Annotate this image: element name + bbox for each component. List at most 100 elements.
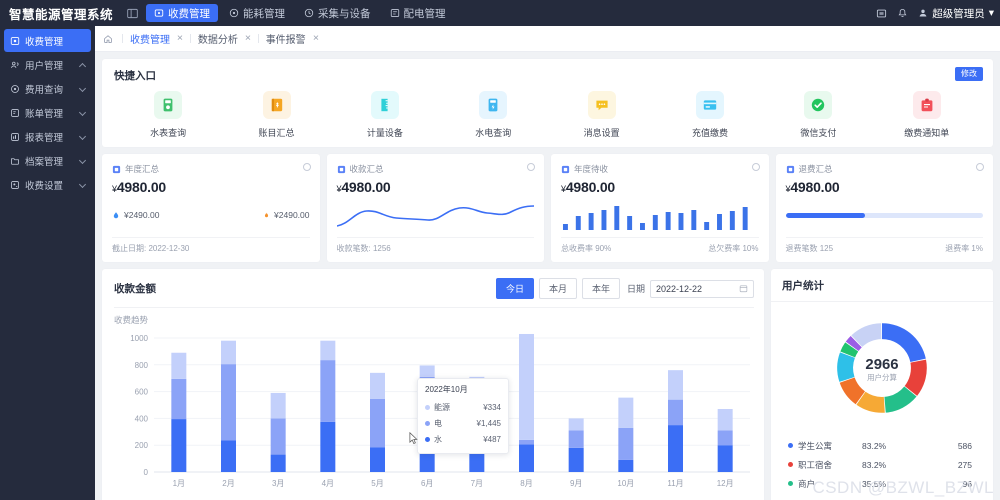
sidebar-item-archive[interactable]: 档案管理 bbox=[4, 149, 91, 172]
tab-label-1: 数据分析 bbox=[198, 31, 238, 46]
chart-square-icon bbox=[112, 165, 121, 174]
sidebar-item-charge[interactable]: 收费管理 bbox=[4, 29, 91, 52]
divider bbox=[114, 307, 754, 308]
svg-text:0: 0 bbox=[144, 468, 149, 477]
stat-card-title-1: 收款汇总 bbox=[350, 163, 384, 175]
tab-close-icon[interactable]: × bbox=[313, 33, 319, 44]
stat-card-amount-1: ¥4980.00 bbox=[337, 179, 535, 195]
amount-value: 4980.00 bbox=[566, 179, 615, 195]
svg-text:800: 800 bbox=[135, 361, 149, 370]
info-icon[interactable] bbox=[303, 163, 311, 171]
stat-footer-right-2: 总欠费率 10% bbox=[708, 243, 758, 254]
chevron-down-icon bbox=[79, 108, 86, 115]
stat-cards-row: 年度汇总 ¥4980.00 ¥2490.00 bbox=[102, 154, 993, 262]
sidebar-label-6: 收费设置 bbox=[25, 178, 63, 192]
sidebar-label-3: 账单管理 bbox=[25, 106, 63, 120]
sidebar-item-fee-query[interactable]: 费用查询 bbox=[4, 77, 91, 100]
screen-icon[interactable] bbox=[876, 8, 887, 19]
bottom-row: 收款金额 今日 本月 本年 日期 2022-12-22 bbox=[102, 269, 993, 500]
sidebar-item-bill[interactable]: 账单管理 bbox=[4, 101, 91, 124]
header-nav-item-3[interactable]: 配电管理 bbox=[382, 4, 454, 22]
stat-footer-left-0: 截止日期: 2022-12-30 bbox=[112, 243, 189, 254]
svg-text:10月: 10月 bbox=[617, 479, 634, 488]
header-nav-item-0[interactable]: 收费管理 bbox=[146, 4, 218, 22]
quick-item-water-meter[interactable]: 水表查询 bbox=[114, 91, 222, 139]
tab-event-alarm[interactable]: 事件报警 × bbox=[266, 31, 319, 46]
date-input[interactable]: 2022-12-22 bbox=[650, 280, 754, 298]
sidebar-item-users[interactable]: 用户管理 bbox=[4, 53, 91, 76]
user-statistics-card: 用户统计 2966用户分算 学生公寓 83.2% 586 职工宿舍 8 bbox=[771, 269, 993, 500]
page-content: 快捷入口 修改 水表查询 账目汇总 bbox=[95, 52, 1000, 500]
tab-close-icon[interactable]: × bbox=[245, 33, 251, 44]
quick-item-label-5: 充值缴费 bbox=[692, 126, 728, 139]
period-month-button[interactable]: 本月 bbox=[539, 278, 577, 299]
quick-item-payment-notice[interactable]: 缴费通知单 bbox=[873, 91, 981, 139]
edit-button[interactable]: 修改 bbox=[955, 67, 983, 81]
chevron-down-icon bbox=[79, 84, 86, 91]
stat-card-header: 年度待收 bbox=[561, 163, 759, 175]
sidebar: 收费管理 用户管理 费用查询 账单管理 报表管理 档案管理 bbox=[0, 26, 95, 500]
divider bbox=[771, 301, 993, 302]
stat-card-amount-0: ¥4980.00 bbox=[112, 179, 310, 195]
card-pay-icon bbox=[696, 91, 724, 119]
users-icon bbox=[10, 60, 20, 70]
header-nav-label-2: 采集与设备 bbox=[318, 6, 371, 21]
tab-data-analysis[interactable]: 数据分析 × bbox=[198, 31, 251, 46]
period-today-button[interactable]: 今日 bbox=[496, 278, 534, 299]
info-icon[interactable] bbox=[752, 163, 760, 171]
quick-item-message-settings[interactable]: 消息设置 bbox=[548, 91, 656, 139]
info-icon[interactable] bbox=[976, 163, 984, 171]
tooltip-title: 2022年10月 bbox=[425, 384, 501, 395]
stat-card-refund-summary: 退费汇总 ¥4980.00 退费笔数 125 退费率 1% bbox=[776, 154, 994, 262]
chevron-down-icon bbox=[79, 156, 86, 163]
menu-collapse-icon[interactable] bbox=[127, 8, 138, 19]
bell-icon[interactable] bbox=[897, 8, 908, 19]
svg-text:1月: 1月 bbox=[173, 479, 185, 488]
report-icon bbox=[10, 132, 20, 142]
clock-icon bbox=[304, 8, 314, 18]
stat-card-amount-2: ¥4980.00 bbox=[561, 179, 759, 195]
amount-value: 4980.00 bbox=[790, 179, 839, 195]
quick-item-measure-device[interactable]: 计量设备 bbox=[331, 91, 439, 139]
header-nav-item-1[interactable]: 能耗管理 bbox=[221, 4, 293, 22]
header-nav-item-2[interactable]: 采集与设备 bbox=[296, 4, 379, 22]
wallet-icon bbox=[154, 8, 164, 18]
quick-item-water-power[interactable]: 水电查询 bbox=[439, 91, 547, 139]
charge-chart-subtitle: 收费趋势 bbox=[114, 314, 754, 326]
quick-item-wechat-pay[interactable]: 微信支付 bbox=[764, 91, 872, 139]
svg-text:8月: 8月 bbox=[520, 479, 532, 488]
user-menu[interactable]: 超级管理员 ▾ bbox=[918, 6, 994, 21]
measure-device-icon bbox=[371, 91, 399, 119]
svg-text:9月: 9月 bbox=[570, 479, 582, 488]
notice-icon bbox=[913, 91, 941, 119]
legend-dot-staff bbox=[788, 462, 793, 467]
stat-card-header: 年度汇总 bbox=[112, 163, 310, 175]
chevron-down-icon bbox=[79, 132, 86, 139]
quick-item-account-book[interactable]: 账目汇总 bbox=[222, 91, 330, 139]
tooltip-row-water: 水 ¥487 bbox=[425, 431, 501, 447]
chevron-down-icon: ▾ bbox=[989, 7, 994, 19]
svg-text:600: 600 bbox=[135, 388, 149, 397]
info-icon[interactable] bbox=[527, 163, 535, 171]
quick-entry-title: 快捷入口 bbox=[114, 68, 981, 83]
user-name: 超级管理员 bbox=[932, 6, 985, 21]
stat-footer-left-1: 收款笔数: 1256 bbox=[337, 243, 391, 254]
svg-text:11月: 11月 bbox=[667, 479, 683, 488]
period-year-button[interactable]: 本年 bbox=[582, 278, 620, 299]
tab-charge-management[interactable]: 收费管理 × bbox=[130, 31, 183, 46]
stat-card-footer-3: 退费笔数 125 退费率 1% bbox=[786, 237, 984, 254]
sidebar-item-report[interactable]: 报表管理 bbox=[4, 125, 91, 148]
tab-close-icon[interactable]: × bbox=[177, 33, 183, 44]
svg-text:400: 400 bbox=[135, 414, 149, 423]
stat-footer-right-3: 退费率 1% bbox=[945, 243, 983, 254]
legend-dot-student bbox=[788, 443, 793, 448]
sidebar-item-charge-settings[interactable]: 收费设置 bbox=[4, 173, 91, 196]
user-stats-row-1: 职工宿舍 83.2% 275 bbox=[788, 455, 976, 474]
quick-item-label-7: 缴费通知单 bbox=[904, 126, 949, 139]
stacked-bar-chart: 020040060080010001月2月3月4月5月6月7月8月9月10月11… bbox=[114, 330, 754, 498]
mini-bar-chart bbox=[561, 200, 759, 230]
quick-item-recharge[interactable]: 充值缴费 bbox=[656, 91, 764, 139]
settings-icon bbox=[10, 180, 20, 190]
home-icon[interactable] bbox=[103, 34, 113, 44]
stat-footer-left-2: 总收费率 90% bbox=[561, 243, 611, 254]
